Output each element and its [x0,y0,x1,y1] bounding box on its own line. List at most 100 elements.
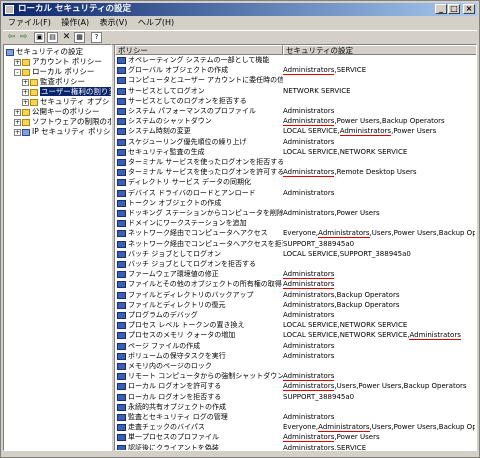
policy-row[interactable]: ボリュームの保守タスクを実行 Administrators [115,351,476,361]
tree-item[interactable]: + IP セキュリティ ポリシー (ロー [14,127,111,136]
policy-row[interactable]: ファイルとディレクトリの復元 Administrators,Backup Oper… [115,300,476,310]
policy-list[interactable]: ポリシー セキュリティの設定 オペレーティング システムの一部として機能 グローバ… [114,44,477,451]
policy-row[interactable]: 永続的共有オブジェクトの作成 [115,403,476,411]
tree-item[interactable]: + アカウント ポリシー [14,57,102,66]
tree-item[interactable]: セキュリティの設定 [6,47,83,56]
policy-row[interactable]: サービスとしてのログオンを拒否する [115,96,476,105]
tree-item[interactable]: + ソフトウェアの制限のポリシー [14,117,111,126]
expand-icon[interactable]: + [22,88,29,96]
policy-row[interactable]: トークン オブジェクトの作成 [115,199,476,207]
policy-row[interactable]: リモート コンピュータからの強制シャットダウン Administrators [115,372,476,381]
setting-highlight: Administrators [283,300,335,310]
policy-row[interactable]: プロセスのメモリ クォータの増加 LOCAL SERVICE,NETWORK SE… [115,331,476,340]
policy-row[interactable]: 走査チェックのバイパス Everyone,Administrators,Users… [115,423,476,432]
policy-row[interactable]: ファイルとディレクトリのバックアップ Administrators,Backup … [115,290,476,299]
setting-highlight: Administrators [339,127,392,136]
policy-name: サービスとしてのログオンを拒否する [128,96,247,105]
menu-file[interactable]: ファイル(F) [8,18,51,27]
policy-row[interactable]: バッチ ジョブとしてログオン LOCAL SERVICE,SUPPORT_3889… [115,249,476,258]
expand-icon[interactable]: + [14,108,21,116]
policy-row[interactable]: ネットワーク経由でコンピュータへアクセス Everyone,Administrat… [115,229,476,238]
tree-item[interactable]: + 監査ポリシー [22,77,85,86]
menu-help[interactable]: ヘルプ(H) [138,18,174,27]
policy-row[interactable]: ファームウェア環境値の修正 Administrators [115,270,476,279]
policy-row[interactable]: ネットワーク経由でコンピュータへアクセスを拒否するSUPPORT_388945a… [115,240,476,248]
policy-row[interactable]: メモリ内のページのロック [115,362,476,370]
title-bar[interactable]: ローカル セキュリティの設定 _ □ × [3,3,477,16]
export-list-icon[interactable]: ▦ [74,32,85,43]
policy-row[interactable]: システム パフォーマンスのプロファイル Administrators [115,107,476,116]
policy-icon [117,148,126,156]
policy-row[interactable]: ディレクトリ サービス データの同期化 [115,178,476,187]
back-arrow-icon[interactable]: ⇦ [6,32,17,43]
up-folder-icon[interactable]: ▣ [34,32,45,43]
policy-row[interactable]: ターミナル サービスを使ったログオンを拒否する [115,158,476,166]
column-header-policy[interactable]: ポリシー [115,45,283,55]
policy-row[interactable]: システム時刻の変更 LOCAL SERVICE,Administrators,Po… [115,127,476,136]
policy-icon [117,250,126,258]
close-button[interactable]: × [463,4,475,14]
policy-row[interactable]: ファイルとその他のオブジェクトの所有権の取得 Administrators [115,280,476,289]
policy-name: ファイルとその他のオブジェクトの所有権の取得 [128,280,282,289]
tree-item[interactable]: + セキュリティ オプション [22,97,111,106]
tree-item-label: ソフトウェアの制限のポリシー [32,117,111,126]
policy-row[interactable]: 認証後にクライアントを偽装 Administrators,SERVICE [115,443,476,450]
tree-item-label: アカウント ポリシー [32,57,102,66]
collapse-icon[interactable]: - [14,68,21,76]
expand-icon[interactable]: + [22,98,29,106]
folder-icon [22,68,30,76]
policy-setting: LOCAL SERVICE,NETWORK SERVICE,Administra… [283,331,475,340]
status-bar [3,452,477,456]
setting-text: ,Users,Power Users,Backup Operators [334,382,467,391]
policy-icon [117,67,126,75]
policy-row[interactable]: スケジューリング優先順位の繰り上げ Administrators [115,137,476,146]
column-header-setting[interactable]: セキュリティの設定 [283,45,476,55]
policy-row[interactable]: 単一プロセスのプロファイル Administrators,Power Users [115,433,476,442]
policy-row[interactable]: ローカル ログオンを拒否する SUPPORT_388945a0 [115,393,476,401]
policy-row[interactable]: ドッキング ステーションからコンピュータを削除 Administrators,Po… [115,209,476,218]
tree-item[interactable]: + 公開キーのポリシー [14,107,100,116]
policy-setting: Administrators,Backup Operators [283,300,475,310]
policy-icon [117,363,126,370]
policy-row[interactable]: プログラムのデバッグ Administrators [115,311,476,320]
setting-text: LOCAL SERVICE,SUPPORT_388945a0 [283,249,411,258]
policy-row[interactable]: ローカル ログオンを許可する Administrators,Users,Power… [115,382,476,391]
toolbar: ⇦ ⇨ ▣ ▤ ✕ ▦ ? [3,30,477,45]
maximize-button[interactable]: □ [448,4,460,14]
show-tree-icon[interactable]: ▤ [47,32,58,43]
tree-pane[interactable]: セキュリティの設定 + アカウント ポリシー - ローカル ポリシー + 監査ポリシー + ユー… [3,44,112,451]
policy-icon [117,403,126,411]
policy-row[interactable]: 監査とセキュリティ ログの管理 Administrators [115,413,476,422]
policy-row[interactable]: ターミナル サービスを使ったログオンを許可する Administrators,Re… [115,168,476,177]
app-icon[interactable] [5,5,14,14]
setting-highlight: Administrators [283,66,335,75]
setting-text: Everyone, [283,229,319,238]
expand-icon[interactable]: + [14,128,21,136]
policy-name: セキュリティ監査の生成 [128,147,205,156]
policy-row[interactable]: サービスとしてログオン NETWORK SERVICE [115,87,476,95]
policy-row[interactable]: デバイス ドライバのロードとアンロード Administrators [115,188,476,197]
policy-row[interactable]: コンピュータとユーザー アカウントに委任時の信頼を付与 [115,76,476,85]
expand-icon[interactable]: + [14,118,21,126]
policy-row[interactable]: プロセス レベル トークンの置き換え LOCAL SERVICE,NETWORK … [115,321,476,330]
menu-action[interactable]: 操作(A) [61,18,89,27]
folder-icon [30,88,38,96]
menu-view[interactable]: 表示(V) [100,18,128,27]
policy-row[interactable]: セキュリティ監査の生成 LOCAL SERVICE,NETWORK SERVICE [115,147,476,156]
minimize-button[interactable]: _ [435,4,447,14]
forward-arrow-icon[interactable]: ⇨ [18,32,29,43]
expand-icon[interactable]: + [14,58,21,66]
setting-text: ,Backup Operators [334,300,400,309]
policy-row[interactable]: グローバル オブジェクトの作成 Administrators,SERVICE [115,66,476,75]
policy-icon [117,393,126,401]
policy-row[interactable]: バッチ ジョブとしてログオンを拒否する [115,260,476,268]
expand-icon[interactable]: + [22,78,29,86]
policy-row[interactable]: オペレーティング システムの一部として機能 [115,56,476,64]
tree-item[interactable]: + ユーザー権利の割り当て [22,87,111,96]
tree-item[interactable]: - ローカル ポリシー [14,67,94,76]
policy-row[interactable]: ドメインにワークステーションを追加 [115,219,476,228]
policy-row[interactable]: ページ ファイルの作成 Administrators [115,341,476,350]
policy-row[interactable]: システムのシャットダウン Administrators,Power Users,B… [115,117,476,126]
delete-icon[interactable]: ✕ [61,32,72,43]
help-icon[interactable]: ? [91,32,102,43]
